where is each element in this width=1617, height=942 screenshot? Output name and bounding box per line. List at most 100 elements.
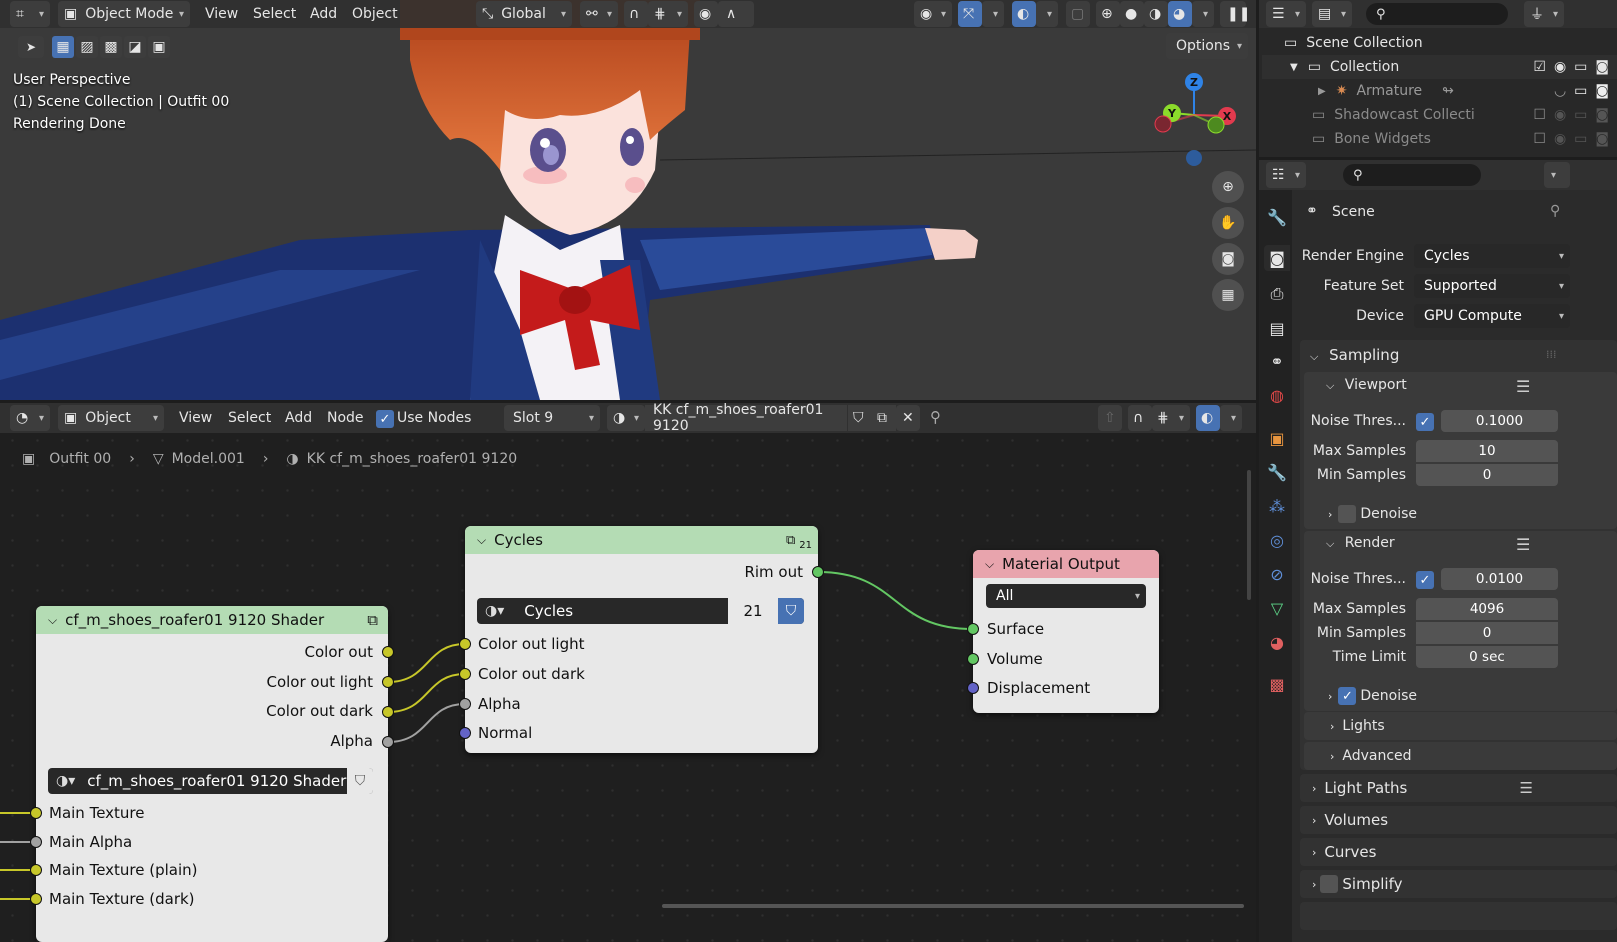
tab-output[interactable]: ⎙ — [1264, 281, 1290, 307]
device-dropdown[interactable]: GPU Compute ▾ — [1414, 304, 1570, 328]
tab-view-layer[interactable]: ▤ — [1264, 315, 1290, 341]
eye-icon[interactable]: ◉ — [1554, 59, 1566, 75]
fake-user-shield-icon[interactable]: ⛉ — [347, 768, 373, 794]
collapse-chevron-icon[interactable]: ⌵ — [985, 557, 994, 572]
tab-data[interactable]: ▽ — [1264, 595, 1290, 621]
outliner-editor-type[interactable]: ☰ ▾ — [1266, 1, 1306, 27]
feature-set-dropdown[interactable]: Supported ▾ — [1414, 274, 1570, 298]
socket-normal-in[interactable] — [459, 727, 471, 739]
tab-material[interactable]: ◕ — [1264, 629, 1290, 655]
volumes-panel[interactable]: › Volumes — [1300, 806, 1617, 834]
advanced-subpanel[interactable]: › Advanced — [1304, 742, 1617, 770]
tab-object[interactable]: ▣ — [1264, 425, 1290, 451]
socket-main-texture-dark[interactable] — [30, 893, 42, 905]
tab-physics[interactable]: ◎ — [1264, 527, 1290, 553]
viewport-noise-checkbox[interactable]: ✓ — [1416, 413, 1434, 431]
tab-modifiers[interactable]: 🔧 — [1264, 459, 1290, 485]
render-min-samples-field[interactable]: 0 — [1416, 622, 1558, 644]
render-engine-dropdown[interactable]: Cycles ▾ — [1414, 244, 1570, 268]
monitor-icon[interactable]: ▭ — [1574, 131, 1587, 147]
simplify-checkbox[interactable] — [1320, 875, 1339, 893]
socket-color-out-dark[interactable] — [382, 706, 394, 718]
monitor-icon[interactable]: ▭ — [1574, 107, 1587, 123]
pin-icon[interactable]: ⚲ — [1550, 203, 1560, 219]
render-noise-checkbox[interactable]: ✓ — [1416, 571, 1434, 589]
tab-texture[interactable]: ▩ — [1264, 671, 1290, 697]
output-target-dropdown[interactable]: All ▾ — [986, 584, 1146, 608]
camera-icon[interactable]: ◙ — [1595, 83, 1609, 99]
viewport-noise-field[interactable]: 0.1000 — [1441, 410, 1558, 432]
cycles-group-users[interactable]: 21 — [728, 598, 778, 624]
fake-user-shield-icon[interactable]: ⛉ — [778, 598, 804, 624]
properties-options-dropdown[interactable]: ▾ — [1544, 162, 1570, 188]
outliner-scene-collection[interactable]: ▭ Scene Collection — [1262, 31, 1617, 55]
simplify-panel[interactable]: › Simplify — [1300, 870, 1617, 898]
socket-color-out-light[interactable] — [382, 676, 394, 688]
monitor-icon[interactable]: ▭ — [1574, 59, 1587, 75]
tab-constraints[interactable]: ⊘ — [1264, 561, 1290, 587]
viewport-denoise-row[interactable]: › Denoise — [1328, 505, 1417, 523]
curves-panel[interactable]: › Curves — [1300, 838, 1617, 866]
filter-button[interactable]: ⏚ ▾ — [1524, 1, 1564, 27]
cycles-group-selector[interactable]: ◑▾ Cycles 21 ⛉ — [477, 598, 804, 624]
camera-icon[interactable]: ◙ — [1595, 131, 1609, 147]
light-paths-panel[interactable]: › Light Paths ☰ — [1300, 774, 1617, 802]
socket-displacement[interactable] — [967, 682, 979, 694]
collapse-chevron-icon[interactable]: ⌵ — [48, 613, 57, 628]
outliner-armature[interactable]: ▶ ✷ Armature ↬ ◡ ▭ ◙ — [1262, 79, 1617, 103]
tab-render[interactable]: ◙ — [1264, 245, 1290, 271]
socket-color-out-dark-in[interactable] — [459, 668, 471, 680]
collapse-chevron-icon[interactable]: ⌵ — [477, 533, 486, 548]
expand-arrow-icon[interactable]: ▼ — [1290, 62, 1298, 73]
outliner-shadowcast-collection[interactable]: ▭ Shadowcast Collection ☐ ◉ ▭ ◙ — [1262, 103, 1617, 127]
presets-list-icon[interactable]: ☰ — [1516, 377, 1530, 396]
exclude-checkbox-icon[interactable]: ☐ — [1533, 107, 1546, 123]
exclude-checkbox-icon[interactable]: ☐ — [1533, 131, 1546, 147]
tab-world[interactable]: ◍ — [1264, 382, 1290, 408]
tab-tool[interactable]: 🔧 — [1264, 204, 1290, 230]
outliner-bone-widgets[interactable]: ▭ Bone Widgets ☐ ◉ ▭ ◙ — [1262, 127, 1617, 151]
eye-icon[interactable]: ◉ — [1554, 107, 1566, 123]
presets-list-icon[interactable]: ☰ — [1516, 535, 1530, 554]
socket-volume[interactable] — [967, 653, 979, 665]
socket-rim-out[interactable] — [812, 566, 824, 578]
camera-icon[interactable]: ◙ — [1595, 59, 1609, 75]
outliner-search-input[interactable]: ⚲ — [1366, 3, 1508, 25]
render-denoise-row[interactable]: › ✓ Denoise — [1328, 687, 1417, 705]
viewport-min-samples-field[interactable]: 0 — [1416, 464, 1558, 486]
display-mode-dropdown[interactable]: ▤ ▾ — [1312, 1, 1352, 27]
viewport-subpanel-header[interactable]: ⌵ Viewport — [1326, 377, 1407, 393]
monitor-icon[interactable]: ▭ — [1574, 83, 1587, 99]
socket-main-texture[interactable] — [30, 807, 42, 819]
camera-icon[interactable]: ◙ — [1595, 107, 1609, 123]
eye-icon[interactable]: ◉ — [1554, 131, 1566, 147]
socket-alpha-out[interactable] — [382, 736, 394, 748]
socket-color-out-light-in[interactable] — [459, 638, 471, 650]
properties-search-input[interactable]: ⚲ — [1343, 164, 1481, 186]
render-noise-field[interactable]: 0.0100 — [1441, 568, 1558, 590]
presets-list-icon[interactable]: ☰ — [1520, 779, 1533, 797]
outliner-collection[interactable]: ▼ ▭ Collection ☑ ◉ ▭ ◙ — [1262, 55, 1617, 79]
sampling-header[interactable]: ⌵ Sampling — [1310, 346, 1399, 364]
render-time-limit-field[interactable]: 0 sec — [1416, 646, 1558, 668]
drag-handle-icon[interactable]: ⁞⁞⁞ — [1546, 348, 1557, 361]
socket-main-texture-plain[interactable] — [30, 864, 42, 876]
socket-color-out[interactable] — [382, 646, 394, 658]
lights-subpanel[interactable]: › Lights — [1304, 712, 1617, 740]
socket-main-alpha[interactable] — [30, 836, 42, 848]
horizontal-scrollbar[interactable] — [662, 904, 1244, 908]
node-group-icon[interactable]: ⧉ — [367, 611, 378, 629]
socket-surface[interactable] — [967, 623, 979, 635]
render-denoise-checkbox[interactable]: ✓ — [1338, 687, 1357, 705]
exclude-checkbox-icon[interactable]: ☑ — [1533, 59, 1546, 75]
node-group-icon[interactable]: ⧉ — [786, 533, 795, 548]
properties-editor-type[interactable]: ☷ ▾ — [1266, 162, 1306, 188]
viewport-max-samples-field[interactable]: 10 — [1416, 440, 1558, 462]
eye-closed-icon[interactable]: ◡ — [1554, 83, 1566, 99]
shader-group-selector[interactable]: ◑▾ cf_m_shoes_roafer01 9120 Shader ⛉ — [48, 768, 373, 794]
socket-alpha-in[interactable] — [459, 698, 471, 710]
render-subpanel-header[interactable]: ⌵ Render — [1326, 535, 1395, 551]
tab-scene[interactable]: ⚭ — [1264, 348, 1290, 374]
expand-arrow-icon[interactable]: ▶ — [1318, 86, 1326, 97]
render-max-samples-field[interactable]: 4096 — [1416, 598, 1558, 620]
